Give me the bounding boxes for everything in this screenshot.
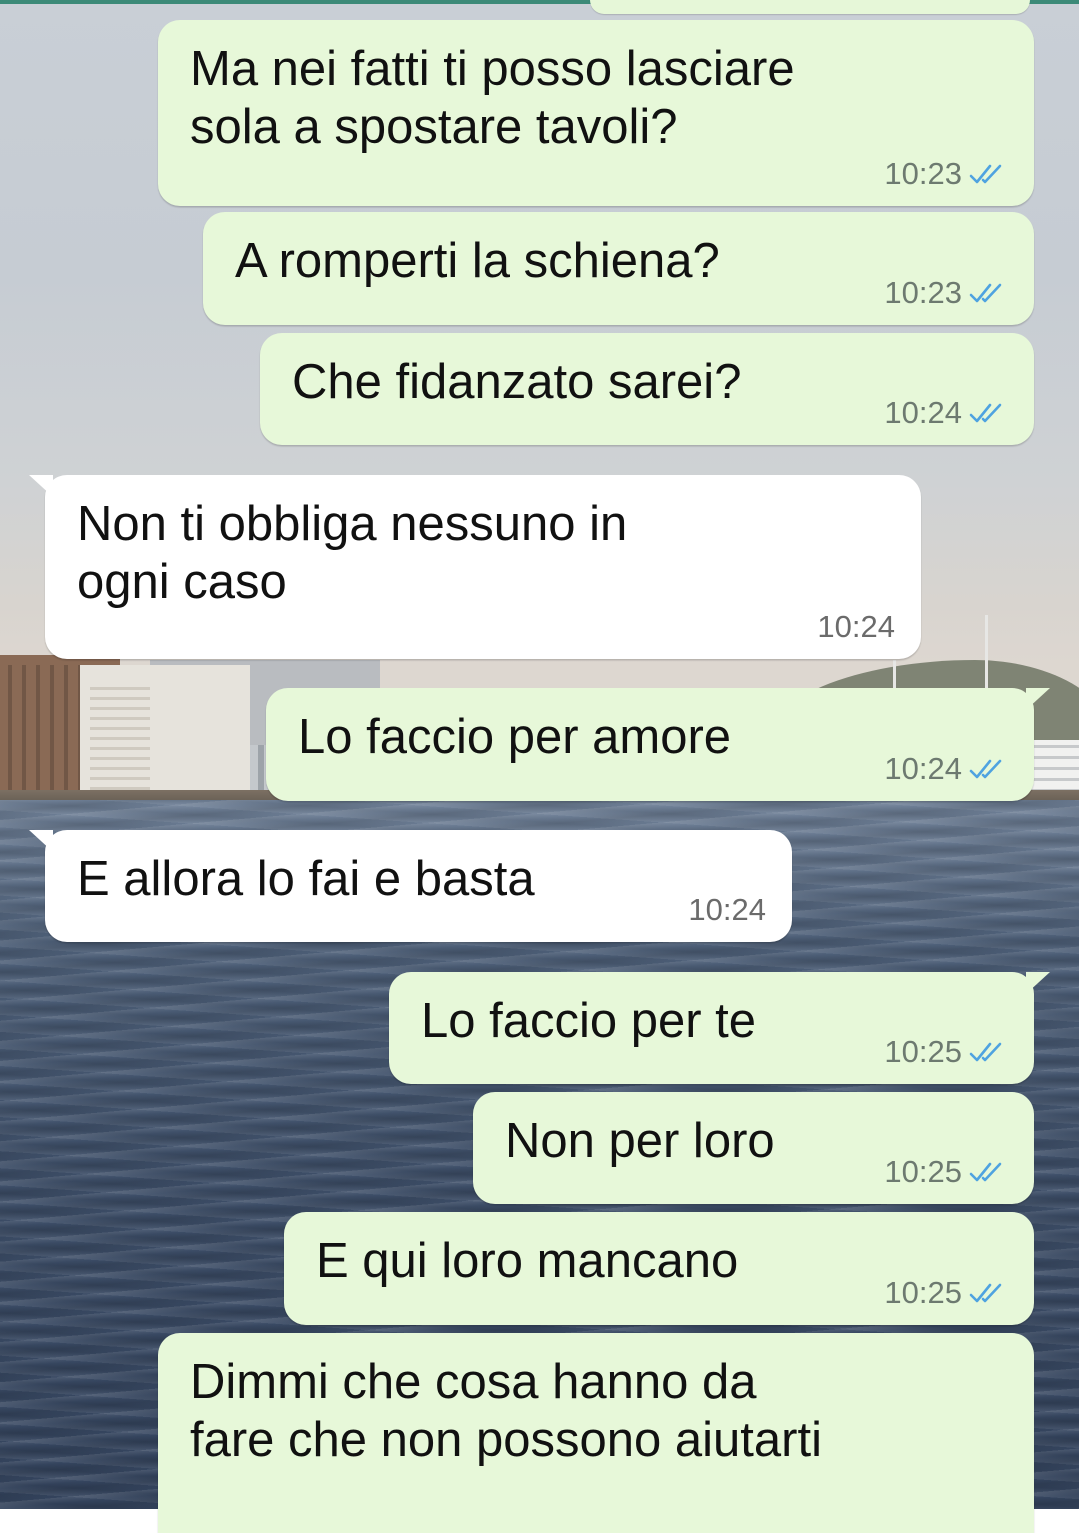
double-check-read-icon (968, 1041, 1008, 1063)
message-meta: 10:25 (884, 1034, 1008, 1070)
message-meta: 10:24 (884, 395, 1008, 431)
message-bubble-outgoing[interactable]: Lo faccio per te 10:25 (389, 972, 1050, 1084)
message-text: Ma nei fatti ti posso lasciare sola a sp… (190, 42, 795, 154)
message-list[interactable]: Ma nei fatti ti posso lasciare sola a sp… (0, 0, 1079, 1533)
message-time: 10:23 (884, 156, 962, 191)
message-bubble-incoming[interactable]: Non ti obbliga nessuno in ogni caso 10:2… (29, 475, 921, 659)
double-check-read-icon (968, 163, 1008, 185)
message-bubble-outgoing[interactable]: Ma nei fatti ti posso lasciare sola a sp… (158, 20, 1034, 206)
message-bubble-outgoing[interactable]: Lo faccio per amore 10:24 (266, 688, 1050, 801)
message-meta: 10:25 (884, 1154, 1008, 1190)
message-meta: 10:24 (884, 751, 1008, 787)
message-meta: 10:23 (884, 156, 1008, 192)
message-meta: 10:25 (884, 1275, 1008, 1311)
message-time: 10:24 (817, 609, 895, 644)
message-time: 10:24 (884, 395, 962, 430)
message-time: 10:25 (884, 1034, 962, 1069)
double-check-read-icon (968, 758, 1008, 780)
message-meta: 10:24 (817, 609, 895, 645)
message-bubble-incoming[interactable]: E allora lo fai e basta 10:24 (29, 830, 792, 942)
message-bubble-outgoing[interactable]: Dimmi che cosa hanno da fare che non pos… (158, 1333, 1034, 1533)
double-check-read-icon (968, 1282, 1008, 1304)
message-time: 10:24 (688, 892, 766, 927)
message-bubble-outgoing[interactable]: E qui loro mancano 10:25 (284, 1212, 1034, 1325)
message-text: Non ti obbliga nessuno in ogni caso (77, 497, 628, 609)
message-meta: 10:24 (688, 892, 766, 928)
message-bubble-outgoing[interactable]: Che fidanzato sarei? 10:24 (260, 333, 1034, 445)
double-check-read-icon (968, 402, 1008, 424)
message-time: 10:25 (884, 1154, 962, 1189)
message-text: Dimmi che cosa hanno da fare che non pos… (190, 1355, 822, 1467)
double-check-read-icon (968, 282, 1008, 304)
double-check-read-icon (968, 1161, 1008, 1183)
message-bubble-outgoing[interactable]: A romperti la schiena? 10:23 (203, 212, 1034, 325)
message-meta: 10:23 (884, 275, 1008, 311)
message-time: 10:25 (884, 1275, 962, 1310)
message-time: 10:24 (884, 751, 962, 786)
message-bubble-outgoing[interactable]: Non per loro 10:25 (473, 1092, 1034, 1204)
message-time: 10:23 (884, 275, 962, 310)
message-text: E allora lo fai e basta (77, 852, 535, 906)
